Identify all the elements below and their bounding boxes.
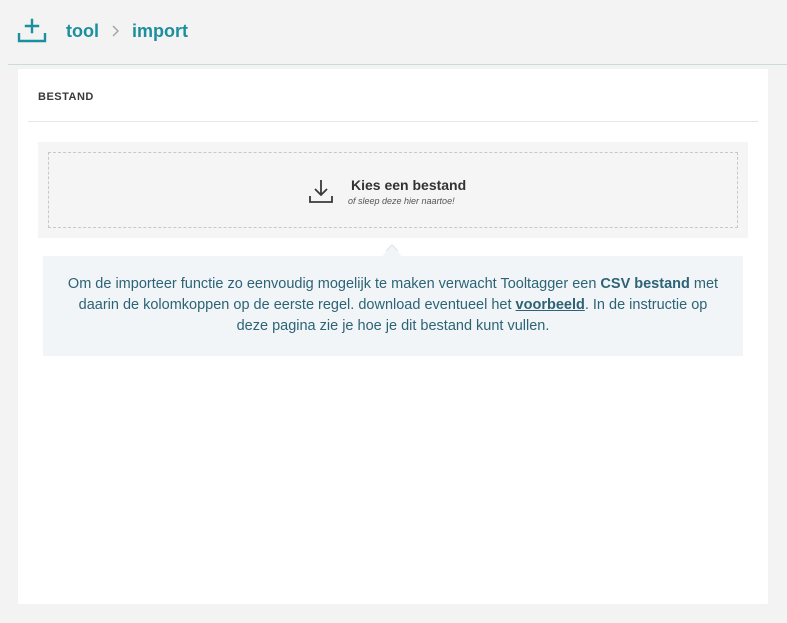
file-card: BESTAND Kies een bestand of sleep deze h… — [18, 69, 768, 604]
breadcrumb-import[interactable]: import — [132, 19, 188, 43]
example-link[interactable]: voorbeeld — [516, 297, 585, 313]
card-title: BESTAND — [38, 91, 94, 103]
header: tool import — [0, 0, 787, 64]
file-dropzone[interactable]: Kies een bestand of sleep deze hier naar… — [48, 152, 738, 228]
info-text-1: Om de importeer functie zo eenvoudig mog… — [67, 276, 601, 292]
breadcrumb-tool[interactable]: tool — [66, 19, 99, 43]
info-text-csv: CSV bestand — [600, 276, 690, 292]
dropzone-subtitle: of sleep deze hier naartoe! — [348, 196, 455, 206]
dropzone-title: Kies een bestand — [351, 177, 467, 193]
info-box: Om de importeer functie zo eenvoudig mog… — [43, 256, 743, 356]
card-divider — [28, 121, 758, 122]
chevron-right-icon — [112, 25, 119, 37]
page: tool import BESTAND Kies een bestand of … — [0, 0, 787, 623]
header-divider — [8, 64, 787, 65]
upload-tray-icon[interactable] — [17, 18, 47, 44]
dropzone-container: Kies een bestand of sleep deze hier naar… — [38, 142, 748, 238]
download-icon — [309, 180, 333, 203]
